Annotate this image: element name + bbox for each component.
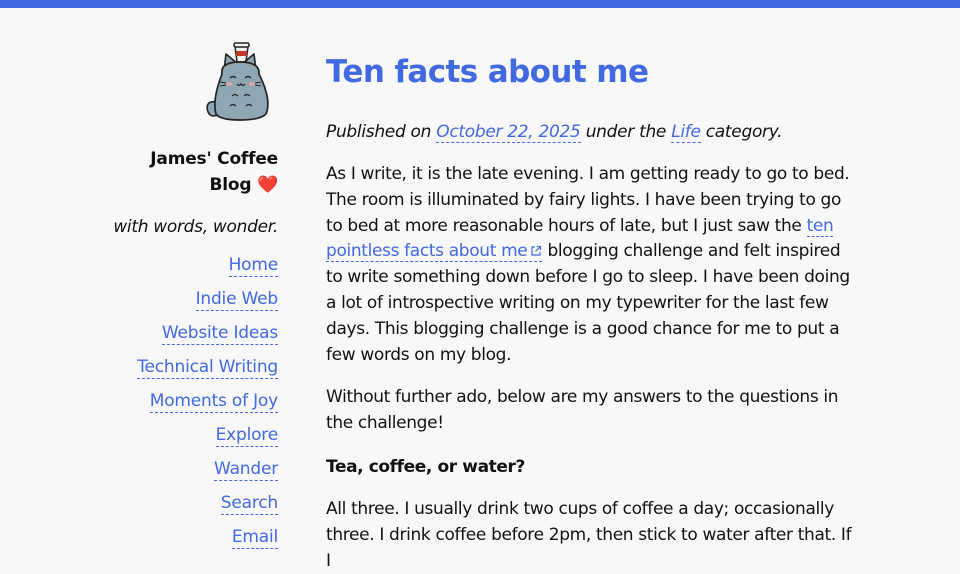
nav-link-technical-writing[interactable]: Technical Writing	[137, 357, 278, 379]
paragraph-without-further-ado: Without further ado, below are my answer…	[326, 387, 839, 434]
sidebar-nav: Home Indie Web Website Ideas Technical W…	[100, 255, 278, 561]
meta-suffix: category.	[705, 122, 783, 142]
nav-link-email[interactable]: Email	[231, 527, 278, 549]
post-content: Ten facts about me Published on October …	[326, 52, 860, 574]
paragraph-intro-before: As I write, it is the late evening. I am…	[326, 164, 850, 236]
nav-link-explore[interactable]: Explore	[215, 425, 278, 447]
site-title-line1: James' Coffee	[150, 149, 278, 169]
external-link-icon	[531, 246, 542, 256]
heart-icon: ❤️	[257, 175, 278, 195]
nav-link-home[interactable]: Home	[228, 255, 278, 277]
meta-middle: under the	[585, 122, 667, 142]
nav-link-search[interactable]: Search	[220, 493, 278, 515]
cat-with-coffee-icon	[206, 42, 269, 121]
post-meta: Published on October 22, 2025 under the …	[326, 119, 860, 145]
category-link-life[interactable]: Life	[671, 122, 701, 143]
post-title: Ten facts about me	[326, 54, 649, 90]
sidebar: James' Coffee Blog ❤️ with words, wonder…	[100, 40, 278, 561]
top-accent-bar	[0, 0, 960, 8]
meta-prefix: Published on	[326, 122, 432, 142]
site-title-line2: Blog	[209, 175, 252, 195]
site-tagline: with words, wonder.	[113, 217, 278, 237]
nav-link-wander[interactable]: Wander	[214, 459, 278, 481]
answer-tea-coffee-water: All three. I usually drink two cups of c…	[326, 498, 852, 571]
paragraph-intro: As I write, it is the late evening. I am…	[326, 162, 860, 368]
nav-link-indie-web[interactable]: Indie Web	[195, 289, 278, 311]
post-date-link[interactable]: October 22, 2025	[436, 122, 581, 143]
question-tea-coffee-water: Tea, coffee, or water?	[326, 456, 525, 477]
site-title: James' Coffee Blog ❤️	[100, 146, 278, 198]
nav-link-website-ideas[interactable]: Website Ideas	[161, 323, 278, 345]
nav-link-moments-of-joy[interactable]: Moments of Joy	[149, 391, 278, 413]
